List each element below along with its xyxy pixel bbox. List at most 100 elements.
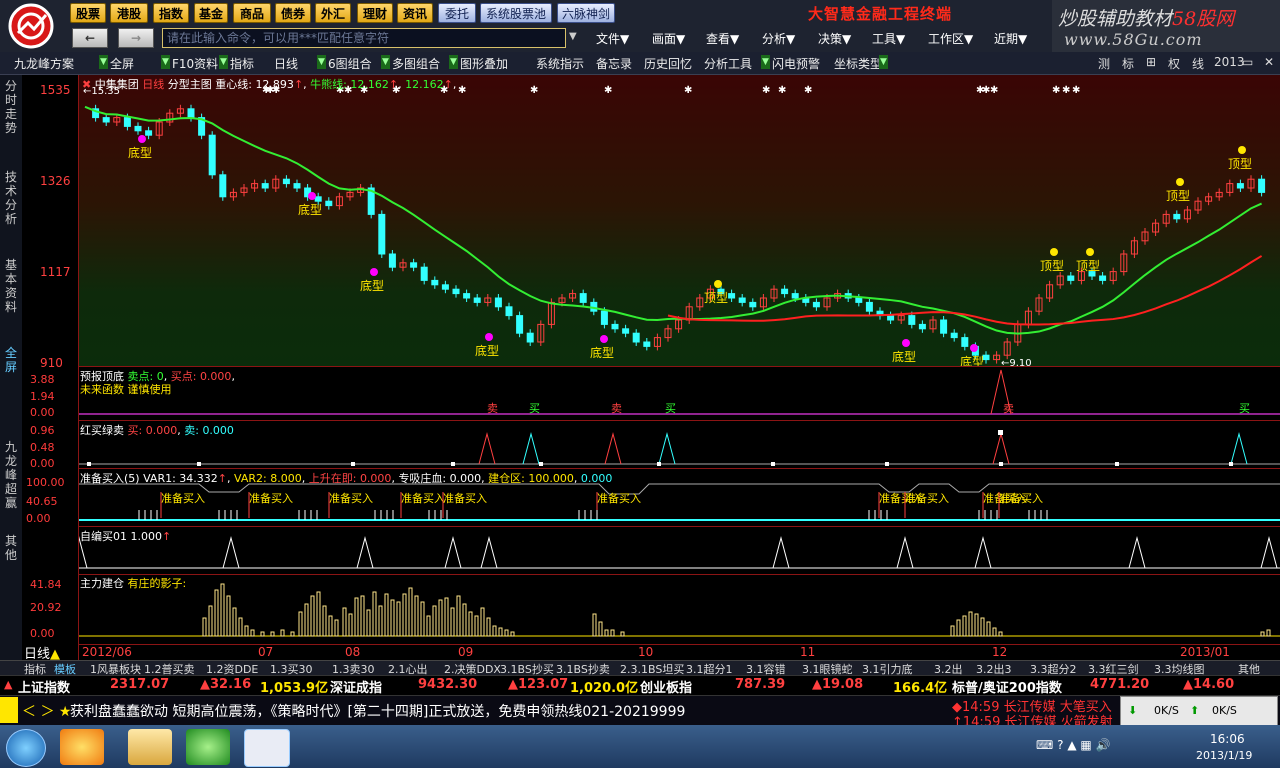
menu-item-0[interactable]: 文件▼ xyxy=(596,30,629,47)
menu-item-2[interactable]: 查看▼ xyxy=(706,30,739,47)
toolbar-dropdown-icon[interactable]: ▼ xyxy=(317,55,326,69)
nav-button-1[interactable]: 港股 xyxy=(110,3,148,23)
nav-button-6[interactable]: 外汇 xyxy=(315,3,351,23)
toolbar-dropdown-icon[interactable]: ▼ xyxy=(219,55,228,69)
toolbar-item-2[interactable]: F10资料 xyxy=(172,55,218,72)
clock-date[interactable]: 2013/1/19 xyxy=(1196,749,1252,762)
toolbar-item-7[interactable]: 图形叠加 xyxy=(460,55,508,72)
back-button[interactable]: ← xyxy=(72,28,108,48)
candle-body xyxy=(908,315,916,325)
nav-blue-button-2[interactable]: 六脉神剑 xyxy=(557,3,615,23)
left-tab-4[interactable]: 九龙峰超赢 xyxy=(2,440,20,510)
menu-item-4[interactable]: 决策▼ xyxy=(818,30,851,47)
p2-spike xyxy=(478,432,496,465)
price-tick-1: 1326 xyxy=(40,174,71,188)
nav-button-0[interactable]: 股票 xyxy=(70,3,106,23)
stock-app-icon[interactable] xyxy=(244,729,290,767)
toolbar-item-12[interactable]: 闪电预警 xyxy=(772,55,820,72)
signal-label-1: 底型 xyxy=(298,202,322,217)
toolbar-item-0[interactable]: 九龙峰方案 xyxy=(14,55,74,72)
start-button-icon[interactable] xyxy=(6,729,46,767)
news-nav-buttons[interactable]: ＜ ＞ ★ xyxy=(22,701,71,721)
toolbar-dropdown-icon[interactable]: ▼ xyxy=(161,55,170,69)
command-input[interactable]: 请在此输入命令，可以用***匹配任意字符 xyxy=(162,28,566,48)
p5-volume-bar xyxy=(438,599,443,637)
toolbar-item-9[interactable]: 备忘录 xyxy=(596,55,632,72)
candle-body xyxy=(950,332,958,339)
toolbar-right-item-6[interactable]: ▭ xyxy=(1242,55,1253,69)
browser-icon[interactable] xyxy=(186,729,230,765)
p5-volume-bar xyxy=(220,583,225,637)
p4-spike xyxy=(772,536,790,569)
toolbar-dropdown-icon[interactable]: ▼ xyxy=(761,55,770,69)
toolbar-item-5[interactable]: 6图组合 xyxy=(328,55,372,72)
menu-item-5[interactable]: 工具▼ xyxy=(872,30,905,47)
left-tab-3[interactable]: 全屏 xyxy=(2,346,20,374)
toolbar-item-13[interactable]: 坐标类型 xyxy=(834,55,882,72)
toolbar-dropdown-icon[interactable]: ▼ xyxy=(99,55,108,69)
toolbar-dropdown-icon[interactable]: ▼ xyxy=(879,55,888,69)
toolbar-dropdown-icon[interactable]: ▼ xyxy=(449,55,458,69)
nav-button-8[interactable]: 资讯 xyxy=(397,3,433,23)
toolbar-dropdown-icon[interactable]: ▼ xyxy=(381,55,390,69)
left-tab-1[interactable]: 技术分析 xyxy=(2,170,20,226)
ticker-name-3[interactable]: 标普/奥证200指数 xyxy=(952,677,1062,696)
clock-time[interactable]: 16:06 xyxy=(1210,732,1245,746)
ticker-name-2[interactable]: 创业板指 xyxy=(640,677,692,696)
folder-icon[interactable] xyxy=(128,729,172,765)
menu-item-1[interactable]: 画面▼ xyxy=(652,30,685,47)
p5-volume-bar xyxy=(432,605,437,637)
p5-volume-bar xyxy=(598,621,603,637)
command-dropdown-icon[interactable]: ▼ xyxy=(569,31,577,42)
menu-item-3[interactable]: 分析▼ xyxy=(762,30,795,47)
signal-dot xyxy=(1050,248,1058,256)
nav-button-7[interactable]: 理财 xyxy=(357,3,393,23)
toolbar-item-11[interactable]: 分析工具 xyxy=(704,55,752,72)
nav-button-5[interactable]: 债券 xyxy=(275,3,311,23)
p5-volume-bar xyxy=(956,619,961,637)
toolbar-right-item-0[interactable]: 测 xyxy=(1098,55,1110,72)
p5-volume-bar xyxy=(290,631,295,637)
left-tab-5[interactable]: 其他 xyxy=(2,534,20,562)
nav-blue-button-0[interactable]: 委托 xyxy=(438,3,476,23)
signal-dot xyxy=(600,335,608,343)
toolbar-right-item-7[interactable]: ✕ xyxy=(1264,55,1274,69)
tray-icons[interactable]: ⌨ ? ▲ ▦ 🔊 xyxy=(1036,738,1110,752)
toolbar-item-3[interactable]: 指标 xyxy=(230,55,254,72)
news-mail-icon[interactable] xyxy=(0,697,18,723)
star-marker: ✱ xyxy=(1072,85,1080,96)
toolbar-item-10[interactable]: 历史回忆 xyxy=(644,55,692,72)
nav-button-2[interactable]: 指数 xyxy=(153,3,189,23)
forward-button[interactable]: → xyxy=(118,28,154,48)
left-tab-0[interactable]: 分时走势 xyxy=(2,79,20,135)
toolbar-item-4[interactable]: 日线 xyxy=(274,55,298,72)
toolbar-item-1[interactable]: 全屏 xyxy=(110,55,134,72)
star-marker: ✱ xyxy=(990,85,998,96)
promo-line1: 炒股辅助教材 xyxy=(1058,8,1173,30)
toolbar-right-item-2[interactable]: ⊞ xyxy=(1146,55,1156,69)
toolbar-item-8[interactable]: 系统指示 xyxy=(536,55,584,72)
toolbar-item-6[interactable]: 多图组合 xyxy=(392,55,440,72)
nav-button-3[interactable]: 基金 xyxy=(194,3,228,23)
p5-volume-bar xyxy=(372,591,377,637)
toolbar-right-item-5[interactable]: 2013 xyxy=(1214,55,1245,69)
toolbar-right-item-4[interactable]: 线 xyxy=(1192,55,1204,72)
candle-body xyxy=(1099,275,1107,281)
candle-body xyxy=(749,301,757,308)
panel-red-green-header: 红买绿卖 买: 0.000, 卖: 0.000 xyxy=(80,424,234,437)
ticker-name-0[interactable]: 上证指数 xyxy=(18,677,70,696)
nav-blue-button-1[interactable]: 系统股票池 xyxy=(480,3,552,23)
p1-sell-mark: 卖 xyxy=(487,402,498,415)
toolbar-right-item-3[interactable]: 权 xyxy=(1168,55,1180,72)
toolbar-right-item-1[interactable]: 标 xyxy=(1122,55,1134,72)
candle-body xyxy=(643,341,651,347)
nav-button-4[interactable]: 商品 xyxy=(233,3,271,23)
candle-body xyxy=(1236,183,1244,189)
panel-main-force-header: 主力建仓 有庄的影子: xyxy=(80,577,187,590)
media-icon[interactable] xyxy=(60,729,104,765)
menu-item-6[interactable]: 工作区▼ xyxy=(928,30,973,47)
left-tab-2[interactable]: 基本资料 xyxy=(2,258,20,314)
news-text[interactable]: 获利盘蠢蠢欲动 短期高位震荡，《策略时代》[第二十四期]正式放送，免费申领热线0… xyxy=(70,701,685,721)
menu-item-7[interactable]: 近期▼ xyxy=(994,30,1027,47)
ticker-name-1[interactable]: 深证成指 xyxy=(330,677,382,696)
